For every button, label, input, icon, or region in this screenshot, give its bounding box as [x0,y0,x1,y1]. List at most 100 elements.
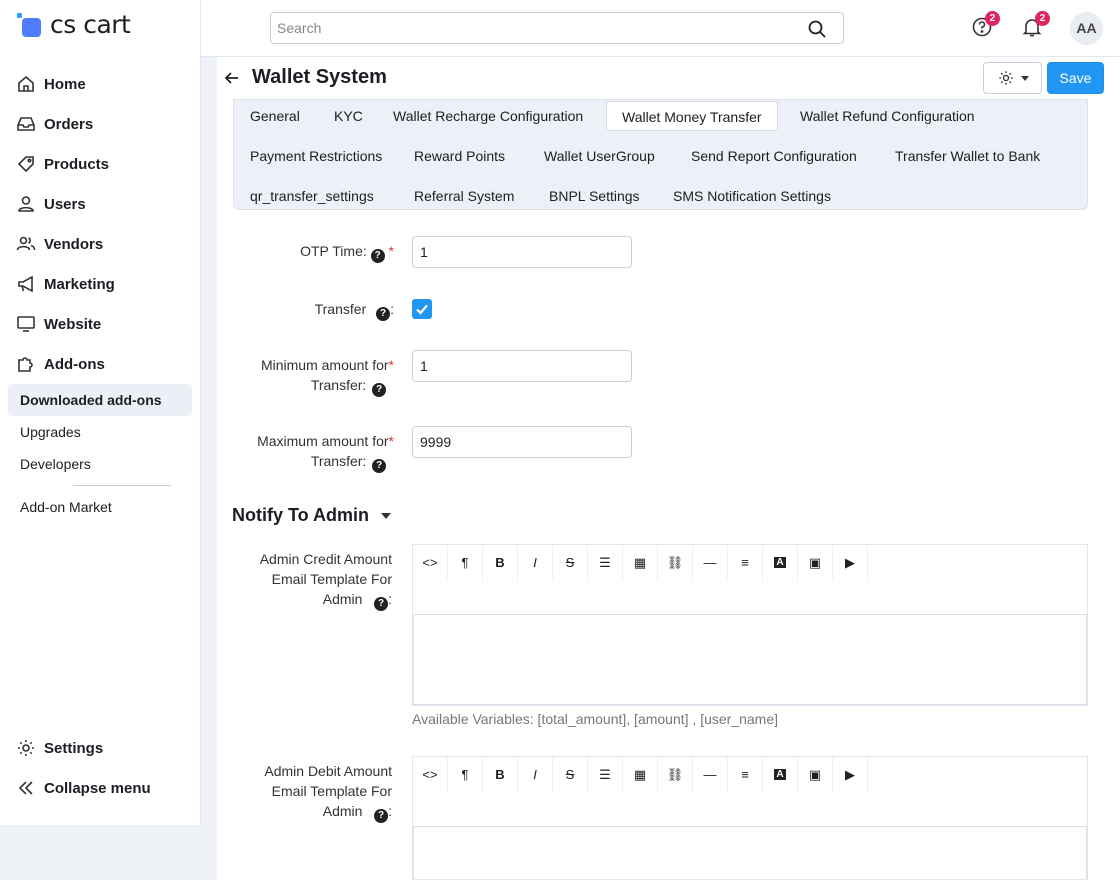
help-tooltip-icon[interactable]: ? [370,249,385,263]
available-variables-hint: Available Variables: [total_amount], [am… [412,711,779,727]
table-icon[interactable]: ▦ [623,545,658,580]
label-text: Admin Debit Amount [264,763,392,779]
link-icon[interactable]: ⛓ [658,757,693,792]
help-tooltip-icon[interactable]: ? [374,597,389,611]
megaphone-icon [18,275,33,293]
font-color-icon[interactable]: A [763,545,798,580]
logo[interactable]: cs cart [16,10,131,39]
image-icon[interactable]: ▣ [798,757,833,792]
transfer-checkbox[interactable] [412,299,432,319]
sidebar-subitem-developers[interactable]: Developers [8,448,192,480]
font-color-icon[interactable]: A [763,757,798,792]
notifications-button[interactable]: 2 [1021,11,1050,38]
sidebar-item-marketing[interactable]: Marketing [0,264,200,304]
bold-icon[interactable]: B [483,545,518,580]
sidebar-item-settings[interactable]: Settings [0,728,200,768]
admin-credit-template-editor: <> ¶ B I S ☰ ▦ ⛓ — ≡ A ▣ ▶ [412,544,1088,706]
sidebar-subitem-downloaded-addons[interactable]: Downloaded add-ons [8,384,192,416]
gear-icon [998,71,1013,85]
minimum-amount-input[interactable] [412,350,632,382]
bullet-list-icon[interactable]: ☰ [588,757,623,792]
strikethrough-icon[interactable]: S [553,545,588,580]
otp-time-input[interactable] [412,236,632,268]
tab-transfer-wallet-to-bank[interactable]: Transfer Wallet to Bank [895,141,1040,171]
monitor-icon [17,316,35,332]
help-tooltip-icon[interactable]: ? [372,383,387,397]
image-icon[interactable]: ▣ [798,545,833,580]
section-title: Notify To Admin [232,505,369,525]
page-title: Wallet System [252,66,387,88]
horizontal-rule-icon[interactable]: — [693,757,728,792]
tab-wallet-refund-configuration[interactable]: Wallet Refund Configuration [800,101,975,131]
label-text: Transfer: [310,453,367,469]
tab-qr-transfer-settings[interactable]: qr_transfer_settings [250,181,374,211]
help-badge: 2 [985,11,1000,26]
tab-reward-points[interactable]: Reward Points [414,141,505,171]
help-tooltip-icon[interactable]: ? [372,459,387,473]
code-view-icon[interactable]: <> [413,545,448,580]
tab-sms-notification-settings[interactable]: SMS Notification Settings [673,181,831,211]
sidebar-subitem-upgrades[interactable]: Upgrades [8,416,192,448]
sidebar-item-label: Users [44,195,86,213]
tab-bnpl-settings[interactable]: BNPL Settings [549,181,640,211]
tab-referral-system[interactable]: Referral System [414,181,514,211]
tab-payment-restrictions[interactable]: Payment Restrictions [250,141,382,171]
label-text: Email Template For [271,783,392,799]
bullet-list-icon[interactable]: ☰ [588,545,623,580]
sidebar-item-website[interactable]: Website [0,304,200,344]
search-input[interactable] [271,13,791,43]
sidebar-subitem-addon-market[interactable]: Add-on Market [8,491,192,523]
bold-icon[interactable]: B [483,757,518,792]
sidebar-subitem-label: Upgrades [20,424,81,440]
code-view-icon[interactable]: <> [413,757,448,792]
sidebar-item-addons[interactable]: Add-ons [0,344,200,384]
sidebar-item-label: Settings [44,739,104,757]
notify-admin-section-toggle[interactable]: Notify To Admin [232,505,391,526]
sidebar-item-label: Vendors [44,235,104,253]
collapse-menu-button[interactable]: Collapse menu [0,768,200,808]
sidebar-subitem-label: Developers [20,456,91,472]
tab-wallet-money-transfer[interactable]: Wallet Money Transfer [606,101,778,131]
table-icon[interactable]: ▦ [623,757,658,792]
horizontal-rule-icon[interactable]: — [693,545,728,580]
sidebar-item-orders[interactable]: Orders [0,104,200,144]
help-tooltip-icon[interactable]: ? [376,307,391,321]
inbox-icon [17,117,35,131]
sidebar-item-vendors[interactable]: Vendors [0,224,200,264]
align-icon[interactable]: ≡ [728,757,763,792]
tab-kyc[interactable]: KYC [334,101,363,131]
help-button[interactable]: 2 [971,11,1000,38]
sidebar-item-label: Home [44,75,86,93]
link-icon[interactable]: ⛓ [658,545,693,580]
align-icon[interactable]: ≡ [728,545,763,580]
save-button[interactable]: Save [1047,62,1104,94]
paragraph-icon[interactable]: ¶ [448,545,483,580]
maximum-amount-input[interactable] [412,426,632,458]
back-arrow-icon[interactable] [222,68,242,88]
search-icon[interactable] [807,19,827,39]
gear-icon [18,740,34,756]
tab-send-report-configuration[interactable]: Send Report Configuration [691,141,857,171]
help-tooltip-icon[interactable]: ? [374,809,389,823]
editor-content-area[interactable] [413,827,1087,879]
label-text: Admin Credit Amount [259,551,392,567]
sidebar-item-users[interactable]: Users [0,184,200,224]
sidebar-item-home[interactable]: Home [0,64,200,104]
settings-dropdown-button[interactable] [983,62,1042,94]
admin-credit-template-label: Admin Credit Amount Email Template For A… [232,549,392,611]
sidebar-subitem-label: Add-on Market [20,499,112,515]
video-icon[interactable]: ▶ [833,545,868,580]
tab-wallet-usergroup[interactable]: Wallet UserGroup [544,141,655,171]
italic-icon[interactable]: I [518,757,553,792]
checkmark-icon [416,304,428,315]
sidebar-item-products[interactable]: Products [0,144,200,184]
avatar[interactable]: AA [1070,12,1103,45]
minimum-amount-label: Minimum amount for* Transfer: ? [232,355,394,397]
tab-general[interactable]: General [250,101,300,131]
editor-content-area[interactable] [413,615,1087,705]
italic-icon[interactable]: I [518,545,553,580]
paragraph-icon[interactable]: ¶ [448,757,483,792]
video-icon[interactable]: ▶ [833,757,868,792]
tab-wallet-recharge-configuration[interactable]: Wallet Recharge Configuration [393,101,583,131]
strikethrough-icon[interactable]: S [553,757,588,792]
